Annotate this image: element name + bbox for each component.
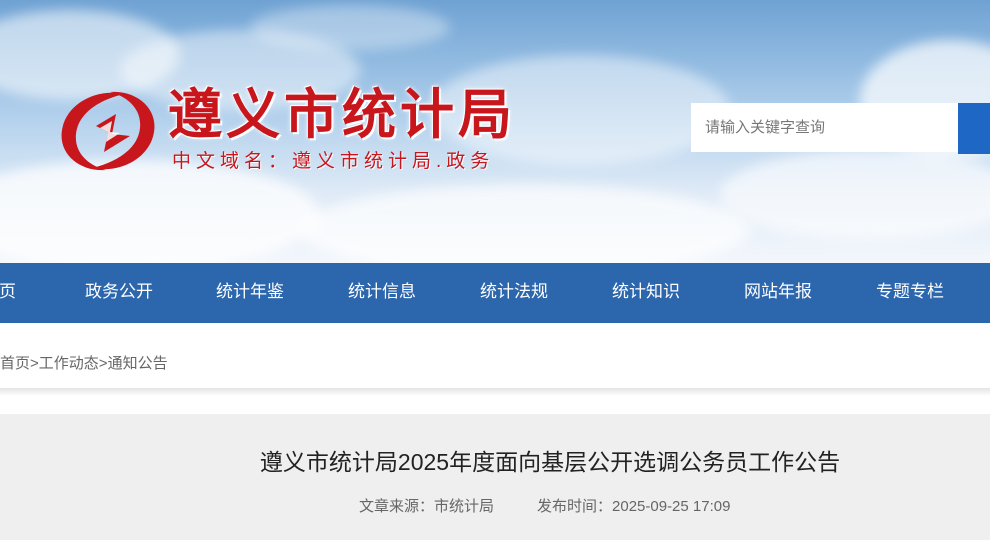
nav-item-statistical-info[interactable]: 统计信息	[348, 263, 416, 323]
article-publish-time: 发布时间：2025-09-25 17:09	[537, 496, 730, 518]
search-input[interactable]	[691, 103, 958, 152]
statistics-bureau-emblem-icon	[61, 91, 155, 171]
breadcrumb-separator: >	[98, 355, 108, 372]
nav-item-government-affairs[interactable]: 政务公开	[85, 263, 153, 323]
article-source: 文章来源：市统计局	[359, 496, 494, 518]
breadcrumb-work-news[interactable]: 工作动态	[39, 355, 99, 372]
article-title: 遵义市统计局2025年度面向基层公开选调公务员工作公告	[259, 449, 841, 475]
breadcrumb-separator: >	[30, 355, 39, 372]
source-value: 市统计局	[434, 498, 495, 515]
time-value: 2025-09-25 17:09	[612, 498, 731, 515]
divider	[0, 388, 990, 396]
chinese-domain-name: 中文域名：遵义市统计局.政务	[172, 151, 495, 172]
nav-item-statistical-knowledge[interactable]: 统计知识	[612, 263, 680, 323]
search-button[interactable]	[958, 103, 990, 154]
nav-item-statistical-laws[interactable]: 统计法规	[480, 263, 548, 323]
nav-item-statistical-yearbook[interactable]: 统计年鉴	[216, 263, 284, 323]
breadcrumb: 首页>工作动态>通知公告	[0, 353, 168, 375]
cloud-decoration	[720, 150, 990, 240]
source-label: 文章来源：	[359, 498, 435, 515]
cloud-decoration	[300, 185, 750, 263]
header-banner: 遵义市统计局 中文域名：遵义市统计局.政务	[0, 0, 990, 263]
nav-item-home[interactable]: 首页	[0, 263, 16, 323]
breadcrumb-notices[interactable]: 通知公告	[108, 355, 168, 372]
cloud-decoration	[250, 5, 450, 50]
nav-item-special-topics[interactable]: 专题专栏	[876, 263, 944, 323]
time-label: 发布时间：	[537, 498, 613, 515]
main-navigation: 首页 政务公开 统计年鉴 统计信息 统计法规 统计知识 网站年报 专题专栏	[0, 263, 990, 323]
breadcrumb-home[interactable]: 首页	[0, 355, 30, 372]
site-title: 遵义市统计局	[168, 82, 516, 146]
nav-item-annual-report[interactable]: 网站年报	[744, 263, 812, 323]
